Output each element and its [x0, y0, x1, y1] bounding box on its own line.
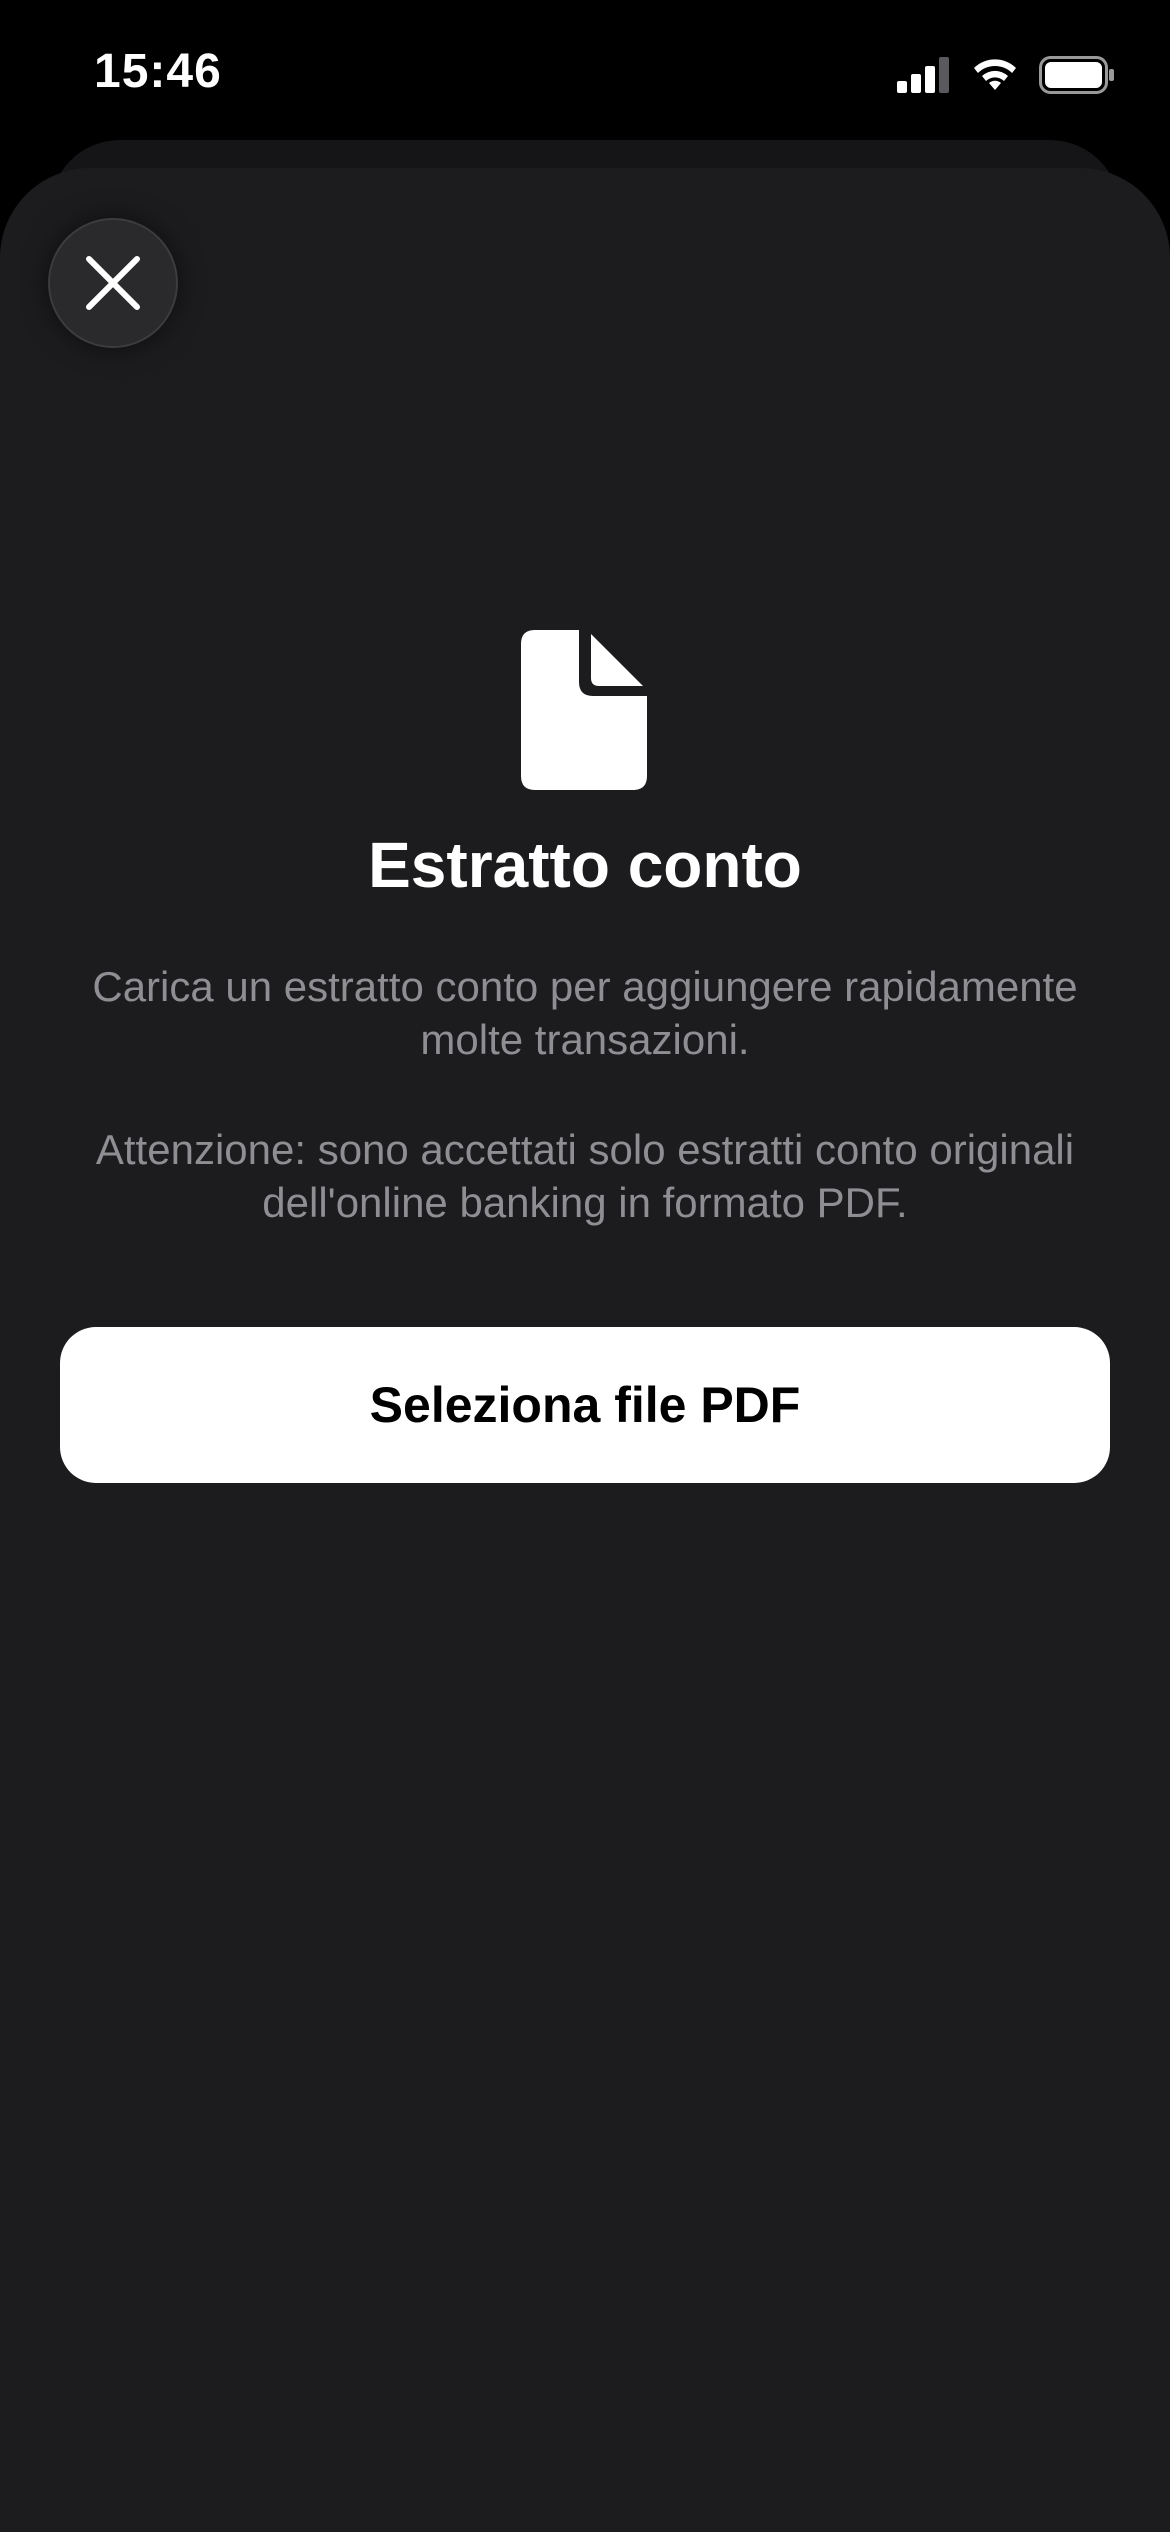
select-pdf-button[interactable]: Seleziona file PDF: [60, 1327, 1110, 1483]
screen: 15:46 Estratto conto Carica un estratto …: [0, 0, 1170, 2532]
battery-icon: [1039, 56, 1114, 94]
cellular-signal-icon: [897, 57, 949, 93]
status-bar: 15:46: [0, 0, 1170, 140]
warning-text: Attenzione: sono accettati solo estratti…: [95, 1126, 1075, 1226]
wifi-icon: [974, 59, 1016, 90]
description-text: Carica un estratto conto per aggiungere …: [92, 963, 1078, 1063]
status-time: 15:46: [94, 45, 222, 98]
close-icon: [86, 256, 140, 310]
status-icons: [897, 52, 1115, 98]
statement-upload-sheet: Estratto conto Carica un estratto conto …: [0, 168, 1170, 2532]
page-title: Estratto conto: [368, 829, 802, 901]
document-icon: [521, 630, 647, 790]
close-button[interactable]: [48, 218, 178, 348]
